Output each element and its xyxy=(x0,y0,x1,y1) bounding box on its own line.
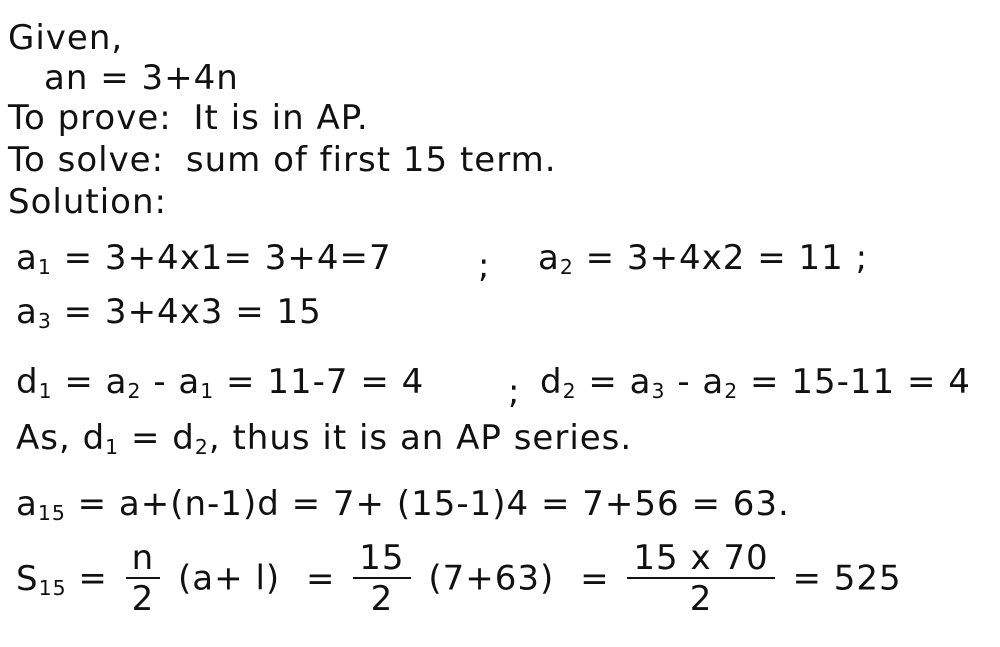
d1-rhs-b: - a xyxy=(153,362,201,402)
d2-rhs-a: = a xyxy=(588,362,652,402)
a1-sub: 1 xyxy=(37,255,52,280)
conclusion-suffix: , thus it is an AP series. xyxy=(208,418,633,458)
to-solve-label: To solve: xyxy=(8,140,165,180)
s15-eq3: = xyxy=(580,558,610,599)
a1-lhs: a xyxy=(16,238,38,278)
s15-lhs-group: S15 xyxy=(16,559,67,600)
a3-sub: 3 xyxy=(37,309,52,334)
conclusion-prefix: As, d xyxy=(16,418,106,458)
to-prove-text: It is in AP. xyxy=(193,98,369,138)
a15-rhs: = a+(n-1)d = 7+ (15-1)4 = 7+56 = 63. xyxy=(77,484,790,524)
separator-2-text: ; xyxy=(508,372,521,412)
a2-lhs: a xyxy=(538,238,560,278)
d1-sub: 1 xyxy=(38,379,53,404)
s15-equation: S15 = n 2 (a+ l) = 15 2 (7+63) = 15 x 70… xyxy=(16,539,902,620)
fraction-2-denominator: 2 xyxy=(370,579,394,620)
fraction-3-denominator: 2 xyxy=(689,579,713,620)
separator-1: ; xyxy=(478,246,490,286)
solution-label-text: Solution: xyxy=(8,182,167,222)
s15-lhs: S xyxy=(16,558,39,599)
given-label: Given, xyxy=(8,18,123,58)
d2-rhs-c: = 15-11 = 4 xyxy=(750,362,971,402)
given-label-text: Given, xyxy=(8,18,124,58)
a2-rhs: = 3+4x2 = 11 ; xyxy=(585,238,869,278)
d1-equation: d1 = a2 - a1 = 11-7 = 4 xyxy=(16,362,424,403)
d1-rhs-a-sub: 2 xyxy=(127,379,142,404)
a15-sub: 15 xyxy=(37,501,66,526)
d1-rhs-c: = 11-7 = 4 xyxy=(226,362,425,402)
d2-rhs-b-sub: 2 xyxy=(724,379,739,404)
fraction-2-numerator: 15 xyxy=(353,539,411,580)
d2-lhs: d xyxy=(540,362,563,402)
separator-1-text: ; xyxy=(478,246,491,286)
conclusion-sub1: 1 xyxy=(105,435,120,460)
d2-rhs-a-sub: 3 xyxy=(651,379,666,404)
s15-paren1: (a+ l) xyxy=(178,558,281,599)
conclusion-line: As, d1 = d2, thus it is an AP series. xyxy=(16,418,632,459)
given-formula-text: an = 3+4n xyxy=(44,58,239,98)
s15-result: 525 xyxy=(833,558,902,599)
given-formula: an = 3+4n xyxy=(44,58,239,98)
d2-equation: d2 = a3 - a2 = 15-11 = 4 xyxy=(540,362,971,403)
d2-sub: 2 xyxy=(562,379,577,404)
s15-sub: 15 xyxy=(38,575,67,600)
a15-lhs: a xyxy=(16,484,38,524)
d1-lhs: d xyxy=(16,362,39,402)
a1-rhs: = 3+4x1= 3+4=7 xyxy=(63,238,392,278)
s15-eq1: = xyxy=(78,558,108,599)
fraction-15-over-2: 15 2 xyxy=(353,539,411,620)
a2-sub: 2 xyxy=(559,255,574,280)
to-prove-label: To prove: xyxy=(8,98,172,138)
conclusion-mid: = d xyxy=(119,418,195,458)
a1-equation: a1 = 3+4x1= 3+4=7 xyxy=(16,238,392,279)
a3-rhs: = 3+4x3 = 15 xyxy=(63,292,322,332)
s15-eq2: = xyxy=(305,558,336,599)
to-solve-line: To solve: sum of first 15 term. xyxy=(8,140,557,180)
fraction-1-denominator: 2 xyxy=(131,579,155,620)
d2-rhs-b: - a xyxy=(677,362,725,402)
s15-eq4: = xyxy=(792,558,822,599)
a3-equation: a3 = 3+4x3 = 15 xyxy=(16,292,322,333)
a3-lhs: a xyxy=(16,292,38,332)
fraction-n-over-2: n 2 xyxy=(125,539,161,620)
fraction-3-numerator: 15 x 70 xyxy=(627,539,775,580)
s15-paren2: (7+63) xyxy=(428,558,555,599)
fraction-1-numerator: n xyxy=(125,539,161,580)
a2-equation: a2 = 3+4x2 = 11 ; xyxy=(538,238,868,279)
to-prove-line: To prove: It is in AP. xyxy=(8,98,369,138)
d1-rhs-b-sub: 1 xyxy=(200,379,215,404)
d1-rhs-a: = a xyxy=(64,362,128,402)
separator-2: ; xyxy=(508,372,520,412)
solution-label: Solution: xyxy=(8,182,167,222)
conclusion-sub2: 2 xyxy=(194,435,209,460)
a15-equation: a15 = a+(n-1)d = 7+ (15-1)4 = 7+56 = 63. xyxy=(16,484,790,525)
to-solve-text: sum of first 15 term. xyxy=(185,140,557,180)
fraction-15x70-over-2: 15 x 70 2 xyxy=(627,539,775,620)
